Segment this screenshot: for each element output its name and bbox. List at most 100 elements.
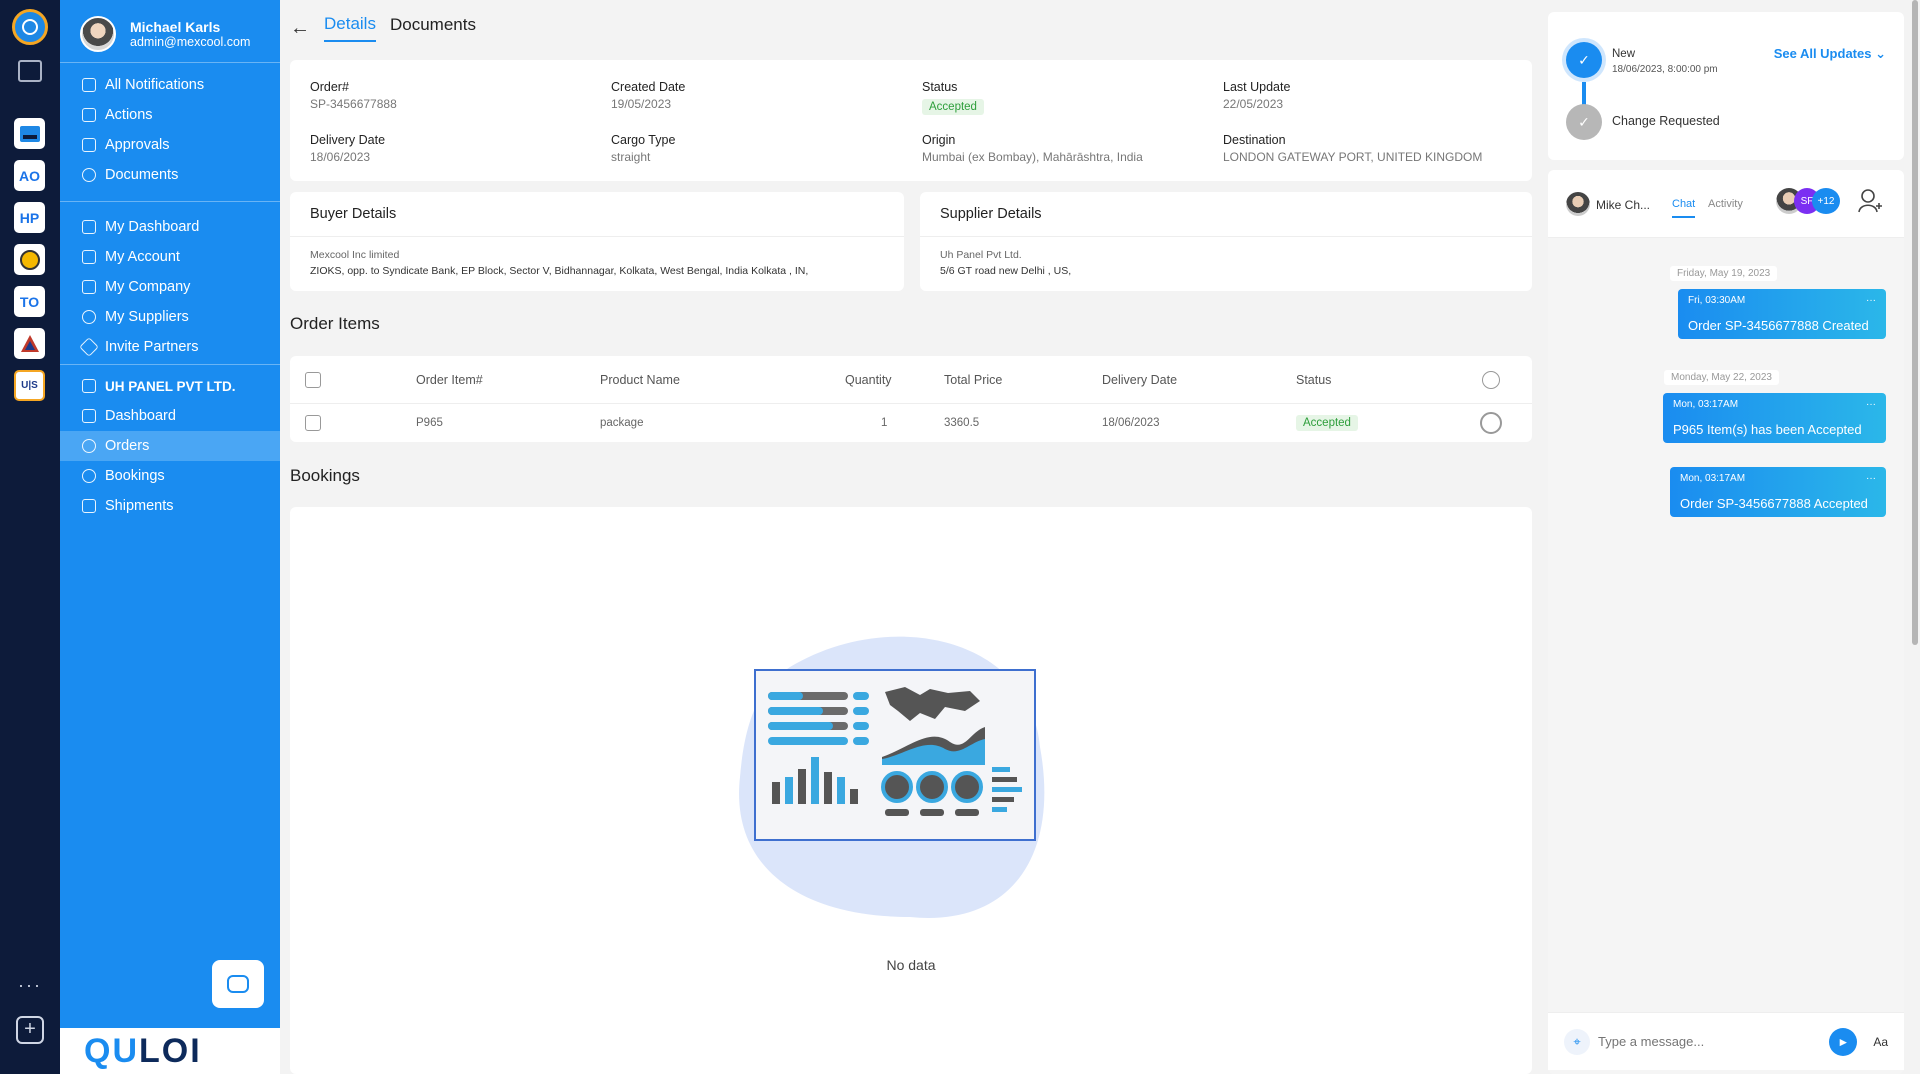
empty-state-illustration [739,636,1045,918]
buyer-details-card: Buyer Details Mexcool Inc limited ZIOKS,… [290,192,904,291]
order-items-table: Order Item# Product Name Quantity Total … [290,356,1532,442]
status-badge: Accepted [922,99,984,115]
supplier-details-card: Supplier Details Uh Panel Pvt Ltd. 5/6 G… [920,192,1532,291]
divider [60,364,280,365]
nav-item-bookings[interactable]: Bookings [60,461,280,491]
nav-item-invite-partners[interactable]: Invite Partners [60,332,280,362]
tab-chat[interactable]: Chat [1672,198,1696,218]
message-composer: ⌖ ► Aa [1548,1012,1904,1070]
orders-icon [82,439,96,453]
chat-contact-name[interactable]: Mike Ch... [1596,198,1650,212]
chat-message: Mon, 03:17AM ··· Order SP-3456677888 Acce… [1670,467,1886,517]
app-logo-icon[interactable] [12,9,48,45]
order-items-title: Order Items [290,314,380,333]
check-icon: ✓ [1566,104,1602,140]
message-input[interactable] [1598,1034,1830,1049]
header-delivery-date[interactable]: Delivery Date [1102,373,1177,387]
nav-item-orders[interactable]: Orders [60,431,280,461]
app-rail: AO HP TO U|S ··· + [0,0,60,1074]
field-order: Order# SP-3456677888 [310,80,397,111]
box-icon[interactable] [18,60,42,82]
supplier-name: Uh Panel Pvt Ltd. [940,249,1022,261]
screen-app-icon[interactable] [14,118,45,149]
checkbox-icon [82,108,96,122]
rail-app-ao[interactable]: AO [14,160,45,191]
back-arrow-icon[interactable]: ← [290,17,310,40]
field-delivery: Delivery Date 18/06/2023 [310,133,386,164]
avatar-count[interactable]: +12 [1812,188,1840,214]
font-toggle-button[interactable]: Aa [1873,1035,1888,1049]
chat-fab-button[interactable] [212,960,264,1008]
clock-icon[interactable] [1482,370,1500,389]
main-content: ← Details Documents Order# SP-3456677888 … [280,0,1542,1074]
field-cargo: Cargo Type straight [611,133,676,164]
add-user-icon[interactable] [1858,188,1882,219]
check-icon: ✓ [1566,42,1602,78]
scrollbar[interactable] [1912,0,1918,645]
date-separator: Friday, May 19, 2023 [1670,266,1778,281]
message-menu-icon[interactable]: ··· [1866,399,1876,410]
message-menu-icon[interactable]: ··· [1866,473,1876,484]
chat-header: Mike Ch... Chat Activity SF +12 [1548,170,1904,238]
header-status[interactable]: Status [1296,373,1331,387]
table-row[interactable]: P965 package 1 3360.5 18/06/2023 Accepte… [290,404,1532,442]
bookings-card: No data [290,507,1532,1074]
nav-item-documents[interactable]: Documents [60,160,280,190]
see-all-updates-link[interactable]: See All Updates ⌄ [1774,46,1886,62]
nav-item-my-suppliers[interactable]: My Suppliers [60,302,280,332]
divider [60,62,280,63]
nav-item-actions[interactable]: Actions [60,100,280,130]
select-all-checkbox[interactable] [305,371,321,388]
header-quantity[interactable]: Quantity [845,373,892,387]
field-created: Created Date 19/05/2023 [611,80,686,111]
header-product-name[interactable]: Product Name [600,373,680,387]
send-icon[interactable]: ► [1829,1027,1858,1056]
row-checkbox[interactable] [305,415,321,431]
nav-item-shipments[interactable]: Shipments [60,491,280,521]
rail-app-us[interactable]: U|S [14,370,45,401]
nav-item-my-dashboard[interactable]: My Dashboard [60,212,280,242]
update-new-label: New [1612,48,1636,60]
history-icon[interactable] [1480,412,1502,434]
date-separator: Monday, May 22, 2023 [1664,370,1779,385]
dashboard-icon [82,220,96,234]
nav-item-all-notifications[interactable]: All Notifications [60,70,280,100]
field-status: Status Accepted [922,80,984,115]
nav-group-account: My Dashboard My Account My Company My Su… [60,212,280,362]
handshake-icon [79,337,99,357]
nav-item-dashboard[interactable]: Dashboard [60,401,280,431]
tab-activity[interactable]: Activity [1708,198,1743,210]
message-menu-icon[interactable]: ··· [1866,295,1876,306]
rail-app-to[interactable]: TO [14,286,45,317]
field-origin: Origin Mumbai (ex Bombay), Mahārāshtra, I… [922,133,1143,164]
chat-icon [227,975,249,993]
field-last-update: Last Update 22/05/2023 [1223,80,1291,111]
rail-app-hp[interactable]: HP [14,202,45,233]
header-order-item[interactable]: Order Item# [416,373,483,387]
header-total-price[interactable]: Total Price [944,373,1002,387]
status-badge: Accepted [1296,415,1358,431]
buyer-name: Mexcool Inc limited [310,249,400,261]
nav-group-company: UH PANEL PVT LTD. Dashboard Orders Booki… [60,371,280,521]
user-email: admin@mexcool.com [130,35,251,49]
compass-app-icon[interactable] [14,328,45,359]
user-profile[interactable]: Michael Karls admin@mexcool.com [80,10,250,58]
nav-item-my-account[interactable]: My Account [60,242,280,272]
user-icon [82,250,96,264]
cell-price: 3360.5 [944,417,980,429]
cell-qty: 1 [881,417,888,429]
coin-app-icon[interactable] [14,244,45,275]
nav-item-my-company[interactable]: My Company [60,272,280,302]
dashboard-icon [82,409,96,423]
bookings-title: Bookings [290,466,360,485]
table-header: Order Item# Product Name Quantity Total … [290,356,1532,404]
more-icon[interactable]: ··· [0,975,60,996]
tab-details[interactable]: Details [324,14,376,42]
chat-panel: Mike Ch... Chat Activity SF +12 Friday, … [1548,170,1904,1074]
right-panel: ✓ New 18/06/2023, 8:00:00 pm ✓ Change Re… [1548,0,1920,1074]
attachment-icon[interactable]: ⌖ [1564,1028,1590,1055]
tab-documents[interactable]: Documents [390,15,476,41]
company-heading[interactable]: UH PANEL PVT LTD. [60,371,280,401]
nav-item-approvals[interactable]: Approvals [60,130,280,160]
add-app-icon[interactable]: + [16,1016,44,1044]
